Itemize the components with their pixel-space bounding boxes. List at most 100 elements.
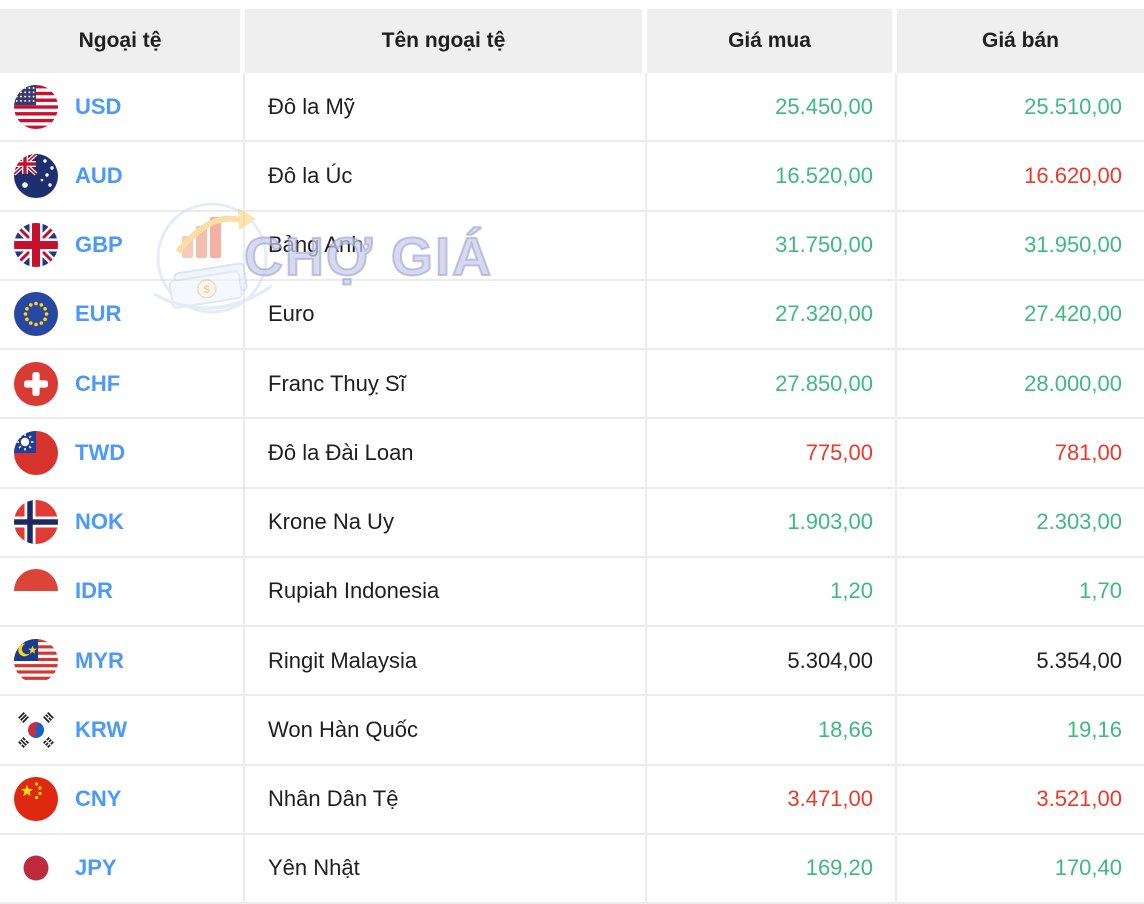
currency-name: Ringit Malaysia: [268, 647, 418, 673]
table-row: NOK Krone Na Uy 1.903,00 2.303,00: [0, 488, 1144, 558]
currency-code-link[interactable]: TWD: [75, 440, 125, 466]
currency-code-link[interactable]: EUR: [75, 301, 121, 327]
currency-name: Đô la Đài Loan: [268, 439, 414, 465]
currency-code-link[interactable]: JPY: [75, 855, 117, 881]
currency-name-cell: Đô la Đài Loan: [245, 419, 647, 487]
buy-price-cell: 169,20: [647, 834, 897, 902]
chf-flag-icon: [14, 361, 58, 406]
currency-name: Đô la Mỹ: [268, 93, 355, 119]
buy-price: 169,20: [805, 855, 873, 881]
currency-code-link[interactable]: NOK: [75, 509, 124, 535]
currency-name: Euro: [268, 301, 315, 327]
currency-cell: CHF: [0, 350, 245, 418]
header-sell-price: Giá bán: [897, 9, 1144, 73]
table-row: CNY Nhân Dân Tệ 3.471,00 3.521,00: [0, 765, 1144, 835]
currency-code-link[interactable]: AUD: [75, 163, 123, 189]
krw-flag-icon: [14, 707, 58, 752]
table-row: KRW Won Hàn Quốc 18,66 19,16: [0, 696, 1144, 766]
sell-price-cell: 781,00: [897, 419, 1144, 486]
currency-cell: EUR: [0, 280, 245, 348]
buy-price: 1.903,00: [787, 509, 873, 535]
buy-price: 1,20: [830, 578, 873, 604]
gbp-flag-icon: [14, 223, 58, 268]
buy-price-cell: 3.471,00: [647, 765, 897, 833]
table-row: GBP Bảng Anh 31.750,00 31.950,00: [0, 211, 1144, 281]
buy-price-cell: 5.304,00: [647, 627, 897, 695]
myr-flag-icon: [14, 638, 58, 683]
buy-price: 31.750,00: [775, 232, 873, 258]
sell-price: 19,16: [1066, 716, 1122, 742]
sell-price-cell: 31.950,00: [897, 212, 1144, 279]
aud-flag-icon: [14, 153, 58, 198]
buy-price-cell: 18,66: [647, 696, 897, 764]
buy-price: 18,66: [817, 716, 873, 742]
twd-flag-icon: [14, 430, 58, 475]
rates-table-body: USD Đô la Mỹ 25.450,00 25.510,00 AUD Đô …: [0, 73, 1144, 904]
jpy-flag-icon: [14, 846, 58, 891]
table-row: AUD Đô la Úc 16.520,00 16.620,00: [0, 142, 1144, 212]
buy-price-cell: 31.750,00: [647, 211, 897, 279]
top-spacer: [0, 0, 1144, 9]
currency-name: Bảng Anh: [268, 232, 364, 258]
buy-price: 5.304,00: [787, 647, 873, 673]
buy-price-cell: 775,00: [647, 419, 897, 487]
currency-cell: NOK: [0, 488, 245, 556]
buy-price-cell: 1,20: [647, 557, 897, 625]
currency-name-cell: Đô la Mỹ: [245, 73, 647, 141]
currency-code-link[interactable]: KRW: [75, 717, 127, 743]
currency-name: Rupiah Indonesia: [268, 578, 440, 604]
eur-flag-icon: [14, 292, 58, 337]
table-row: JPY Yên Nhật 169,20 170,40: [0, 834, 1144, 904]
currency-name-cell: Krone Na Uy: [245, 488, 647, 556]
currency-cell: GBP: [0, 211, 245, 279]
currency-name-cell: Nhân Dân Tệ: [245, 765, 647, 833]
sell-price: 1,70: [1079, 578, 1122, 604]
buy-price-cell: 1.903,00: [647, 488, 897, 556]
sell-price-cell: 2.303,00: [897, 489, 1144, 556]
sell-price-cell: 27.420,00: [897, 281, 1144, 348]
currency-name-cell: Đô la Úc: [245, 142, 647, 210]
buy-price-cell: 27.320,00: [647, 280, 897, 348]
buy-price-cell: 25.450,00: [647, 73, 897, 141]
currency-cell: CNY: [0, 765, 245, 833]
currency-cell: USD: [0, 73, 245, 141]
cny-flag-icon: [14, 777, 58, 822]
table-row: CHF Franc Thuỵ Sĩ 27.850,00 28.000,00: [0, 350, 1144, 420]
currency-name-cell: Yên Nhật: [245, 834, 647, 902]
sell-price: 28.000,00: [1024, 370, 1122, 396]
currency-cell: TWD: [0, 419, 245, 487]
currency-name-cell: Rupiah Indonesia: [245, 557, 647, 625]
sell-price: 31.950,00: [1024, 232, 1122, 258]
sell-price-cell: 16.620,00: [897, 142, 1144, 209]
currency-code-link[interactable]: GBP: [75, 232, 123, 258]
currency-name: Đô la Úc: [268, 162, 353, 188]
sell-price-cell: 25.510,00: [897, 73, 1144, 140]
currency-cell: IDR: [0, 557, 245, 625]
currency-code-link[interactable]: CHF: [75, 371, 120, 397]
currency-name-cell: Won Hàn Quốc: [245, 696, 647, 764]
currency-name-cell: Franc Thuỵ Sĩ: [245, 350, 647, 418]
currency-cell: JPY: [0, 834, 245, 902]
currency-code-link[interactable]: CNY: [75, 786, 121, 812]
table-row: TWD Đô la Đài Loan 775,00 781,00: [0, 419, 1144, 489]
buy-price: 16.520,00: [775, 162, 873, 188]
currency-cell: AUD: [0, 142, 245, 210]
table-row: MYR Ringit Malaysia 5.304,00 5.354,00: [0, 627, 1144, 697]
currency-cell: KRW: [0, 696, 245, 764]
header-currency-name: Tên ngoại tệ: [245, 9, 647, 73]
currency-name: Franc Thuỵ Sĩ: [268, 370, 406, 396]
idr-flag-icon: [14, 569, 58, 614]
sell-price: 16.620,00: [1024, 162, 1122, 188]
buy-price: 25.450,00: [775, 93, 873, 119]
header-currency: Ngoại tệ: [0, 9, 245, 73]
usd-flag-icon: [14, 84, 58, 129]
currency-code-link[interactable]: USD: [75, 94, 121, 120]
buy-price: 27.850,00: [775, 370, 873, 396]
nok-flag-icon: [14, 500, 58, 545]
sell-price: 3.521,00: [1036, 786, 1122, 812]
buy-price: 3.471,00: [787, 786, 873, 812]
sell-price: 2.303,00: [1036, 509, 1122, 535]
sell-price: 170,40: [1054, 855, 1122, 881]
currency-code-link[interactable]: IDR: [75, 578, 113, 604]
currency-code-link[interactable]: MYR: [75, 648, 124, 674]
